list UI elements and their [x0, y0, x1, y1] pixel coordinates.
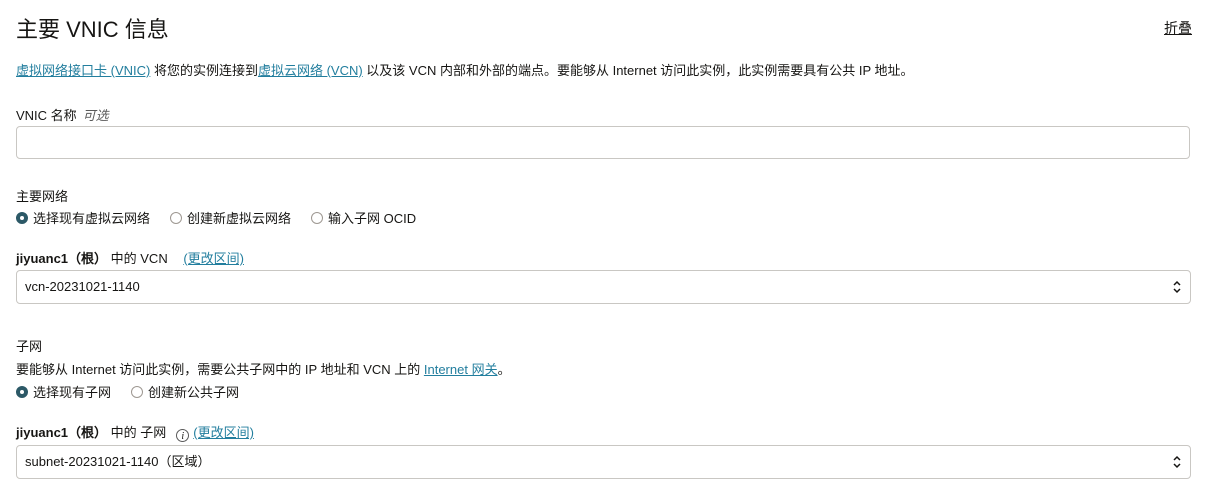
vnic-name-label-text: VNIC 名称 — [16, 108, 77, 123]
subnet-label: jiyuanc1（根） 中的 子网 i (更改区间) — [16, 422, 254, 442]
description-text-1: 将您的实例连接到 — [150, 63, 258, 78]
primary-network-radio-group: 选择现有虚拟云网络 创建新虚拟云网络 输入子网 OCID — [16, 208, 416, 227]
radio-selected-icon — [16, 385, 28, 398]
subnet-select[interactable]: subnet-20231021-1140（区域） — [16, 445, 1191, 479]
radio-create-new-vcn[interactable]: 创建新虚拟云网络 — [170, 208, 291, 227]
vnic-name-input[interactable] — [16, 126, 1190, 159]
chevron-up-down-icon — [1173, 455, 1181, 469]
vcn-select[interactable]: vcn-20231021-1140 — [16, 270, 1191, 304]
vcn-label-suffix: 中的 VCN — [107, 251, 168, 266]
internet-gateway-link[interactable]: Internet 网关 — [424, 362, 498, 377]
vnic-name-label: VNIC 名称 可选 — [16, 105, 109, 124]
radio-label: 创建新公共子网 — [148, 385, 240, 400]
radio-unselected-icon — [131, 385, 144, 398]
radio-select-existing-subnet[interactable]: 选择现有子网 — [16, 382, 111, 401]
radio-unselected-icon — [170, 211, 183, 224]
description-text-2: 以及该 VCN 内部和外部的端点。要能够从 Internet 访问此实例，此实例… — [362, 63, 914, 78]
vnic-doc-link[interactable]: 虚拟网络接口卡 (VNIC) — [16, 63, 150, 78]
radio-label: 选择现有虚拟云网络 — [33, 211, 151, 226]
radio-label: 创建新虚拟云网络 — [187, 211, 292, 226]
radio-create-new-public-subnet[interactable]: 创建新公共子网 — [131, 382, 239, 401]
radio-label: 输入子网 OCID — [328, 211, 417, 226]
vcn-change-compartment-link[interactable]: (更改区间) — [183, 251, 244, 266]
primary-network-label: 主要网络 — [16, 189, 69, 204]
subnet-label-suffix: 中的 子网 — [107, 425, 167, 440]
vcn-select-value: vcn-20231021-1140 — [25, 279, 140, 294]
subnet-select-value: subnet-20231021-1140（区域） — [25, 454, 211, 469]
radio-select-existing-vcn[interactable]: 选择现有虚拟云网络 — [16, 208, 150, 227]
optional-hint: 可选 — [82, 108, 109, 123]
vcn-label: jiyuanc1（根） 中的 VCN (更改区间) — [16, 248, 244, 267]
primary-vnic-panel: 主要 VNIC 信息 折叠 虚拟网络接口卡 (VNIC) 将您的实例连接到虚拟云… — [0, 0, 1221, 502]
info-icon[interactable]: i — [176, 429, 190, 442]
radio-label: 选择现有子网 — [33, 385, 112, 400]
subnet-radio-group: 选择现有子网 创建新公共子网 — [16, 382, 239, 401]
chevron-up-down-icon — [1173, 280, 1181, 294]
subnet-help-end: 。 — [497, 362, 511, 377]
subnet-compartment-name: jiyuanc1（根） — [16, 425, 108, 440]
subnet-section-label: 子网 — [16, 339, 43, 354]
section-description: 虚拟网络接口卡 (VNIC) 将您的实例连接到虚拟云网络 (VCN) 以及该 V… — [16, 60, 914, 79]
vcn-compartment-name: jiyuanc1（根） — [16, 251, 108, 266]
subnet-help-body: 要能够从 Internet 访问此实例，需要公共子网中的 IP 地址和 VCN … — [16, 362, 424, 377]
vcn-doc-link[interactable]: 虚拟云网络 (VCN) — [258, 63, 363, 78]
collapse-link[interactable]: 折叠 — [1164, 18, 1192, 38]
section-title: 主要 VNIC 信息 — [16, 17, 169, 42]
radio-unselected-icon — [311, 211, 324, 224]
subnet-help-text: 要能够从 Internet 访问此实例，需要公共子网中的 IP 地址和 VCN … — [16, 359, 511, 378]
radio-selected-icon — [16, 211, 28, 224]
radio-enter-subnet-ocid[interactable]: 输入子网 OCID — [311, 208, 416, 227]
subnet-change-compartment-link[interactable]: (更改区间) — [193, 425, 254, 440]
